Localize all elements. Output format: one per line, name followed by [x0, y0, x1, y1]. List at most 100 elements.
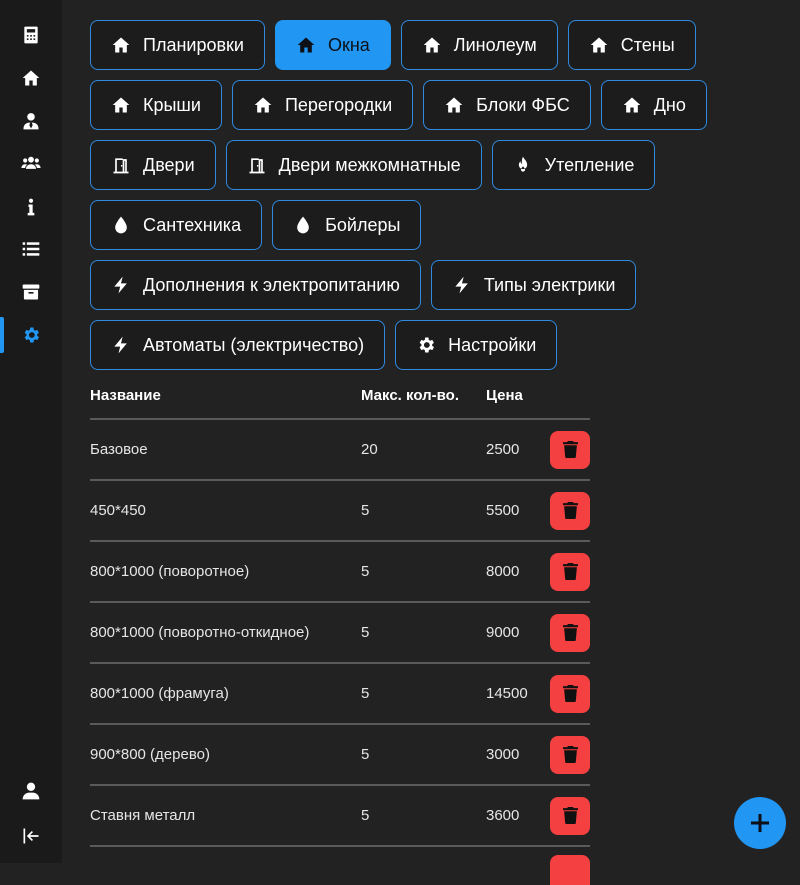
chip-label: Двери	[143, 154, 195, 175]
cell-max-qty: 5	[361, 563, 370, 580]
table-row: 800*1000 (поворотно-откидное) 5 9000	[90, 603, 590, 664]
category-chip-walls[interactable]: Стены	[567, 20, 696, 70]
table-row: Ставня металл 5 3600	[90, 786, 590, 847]
cell-max-qty: 20	[361, 441, 378, 458]
bolt-icon	[114, 276, 127, 294]
bolt-icon	[455, 276, 468, 294]
table-row: 800*1000 (фрамуга) 5 14500	[90, 664, 590, 725]
chip-label: Стены	[620, 34, 675, 55]
category-chip-windows[interactable]: Окна	[274, 20, 391, 70]
delete-button[interactable]	[550, 735, 590, 774]
chip-label: Блоки ФБС	[476, 94, 570, 115]
chip-label: Дно	[653, 94, 686, 115]
trash-icon	[562, 441, 578, 458]
header-name: Название	[90, 386, 161, 404]
sidebar-item-settings[interactable]	[0, 317, 62, 353]
header-price: Цена	[486, 386, 523, 404]
chip-label: Дополнения к электропитанию	[143, 274, 400, 295]
chip-label: Типы электрики	[483, 274, 616, 295]
home-icon	[623, 97, 641, 113]
delete-button[interactable]	[550, 674, 590, 713]
cell-name: 800*1000 (поворотное)	[90, 563, 250, 580]
category-chip-partitions[interactable]: Перегородки	[231, 80, 414, 130]
home-icon	[254, 97, 272, 113]
drop-icon	[115, 216, 127, 234]
delete-button[interactable]	[550, 430, 590, 469]
category-chip-boilers[interactable]: Бойлеры	[272, 200, 422, 250]
add-button[interactable]	[734, 797, 786, 849]
category-chip-bottom[interactable]: Дно	[600, 80, 707, 130]
items-table: Название Макс. кол-во. Цена Базовое 20 2…	[90, 372, 590, 885]
category-chip-settings[interactable]: Настройки	[395, 320, 558, 370]
chip-label: Планировки	[143, 34, 244, 55]
cell-name: Ставня металл	[90, 807, 196, 824]
chip-label: Настройки	[448, 334, 537, 355]
sidebar-item-archive[interactable]	[0, 274, 62, 310]
table-row: 800*1000 (поворотное) 5 8000	[90, 542, 590, 603]
sidebar-item-info[interactable]	[0, 189, 62, 225]
category-chip-power-additions[interactable]: Дополнения к электропитанию	[90, 260, 421, 310]
sidebar-item-home[interactable]	[0, 60, 62, 96]
user-icon	[22, 782, 40, 800]
home-icon	[445, 97, 463, 113]
category-chip-layouts[interactable]: Планировки	[90, 20, 265, 70]
list-icon	[22, 242, 40, 256]
chip-label: Окна	[327, 34, 370, 55]
category-row-4: Сантехника Бойлеры	[90, 200, 422, 250]
drop-icon	[297, 216, 309, 234]
sign-out-icon	[23, 828, 39, 844]
category-chip-interior-doors[interactable]: Двери межкомнатные	[225, 140, 482, 190]
sidebar-item-profile[interactable]	[0, 773, 62, 809]
sidebar-item-logout[interactable]	[0, 818, 62, 854]
cell-price: 5500	[486, 502, 520, 519]
category-chip-plumbing[interactable]: Сантехника	[90, 200, 263, 250]
delete-button[interactable]	[550, 552, 590, 591]
category-row-2: Крыши Перегородки Блоки ФБС Дно	[90, 80, 707, 130]
cell-name: 450*450	[90, 502, 146, 519]
cell-price: 14500	[486, 685, 528, 702]
category-chip-roofs[interactable]: Крыши	[90, 80, 222, 130]
bolt-icon	[114, 336, 127, 354]
table-row: Базовое 20 2500	[90, 420, 590, 481]
chip-label: Автоматы (электричество)	[143, 334, 365, 355]
calculator-icon	[24, 26, 38, 44]
delete-button[interactable]	[550, 796, 590, 835]
cell-max-qty: 5	[361, 502, 370, 519]
category-chip-linoleum[interactable]: Линолеум	[400, 20, 558, 70]
category-chip-insulation[interactable]: Утепление	[491, 140, 656, 190]
sidebar-item-user-tie[interactable]	[0, 103, 62, 139]
trash-icon	[562, 502, 578, 519]
door-icon	[113, 158, 129, 174]
main-content: Планировки Окна Линолеум Стены Крыши Пер…	[62, 0, 800, 885]
gear-icon	[419, 337, 435, 353]
category-chip-electric-types[interactable]: Типы электрики	[430, 260, 637, 310]
chip-label: Двери межкомнатные	[278, 154, 461, 175]
table-header: Название Макс. кол-во. Цена	[90, 372, 590, 420]
sidebar-item-list[interactable]	[0, 231, 62, 267]
archive-icon	[22, 284, 40, 300]
delete-button[interactable]	[550, 855, 590, 885]
home-icon	[590, 37, 608, 53]
chip-label: Утепление	[544, 154, 635, 175]
delete-button[interactable]	[550, 613, 590, 652]
category-chip-fbs-blocks[interactable]: Блоки ФБС	[423, 80, 591, 130]
trash-icon	[562, 624, 578, 641]
home-icon	[112, 97, 130, 113]
delete-button[interactable]	[550, 491, 590, 530]
user-tie-icon	[23, 113, 39, 130]
header-max-qty: Макс. кол-во.	[361, 386, 459, 404]
table-row: 900*800 (дерево) 5 3000	[90, 725, 590, 786]
sidebar-item-calculator[interactable]	[0, 17, 62, 53]
chip-label: Перегородки	[284, 94, 393, 115]
cell-name: 800*1000 (фрамуга)	[90, 685, 229, 702]
fire-icon	[518, 156, 527, 172]
cell-max-qty: 5	[361, 624, 370, 641]
cell-price: 8000	[486, 563, 520, 580]
sidebar-item-users[interactable]	[0, 145, 62, 181]
chip-label: Крыши	[143, 94, 201, 115]
category-chip-breakers[interactable]: Автоматы (электричество)	[90, 320, 386, 370]
home-icon	[112, 37, 130, 53]
cell-name: Базовое	[90, 441, 148, 458]
category-chip-doors[interactable]: Двери	[90, 140, 216, 190]
home-icon	[22, 70, 40, 86]
